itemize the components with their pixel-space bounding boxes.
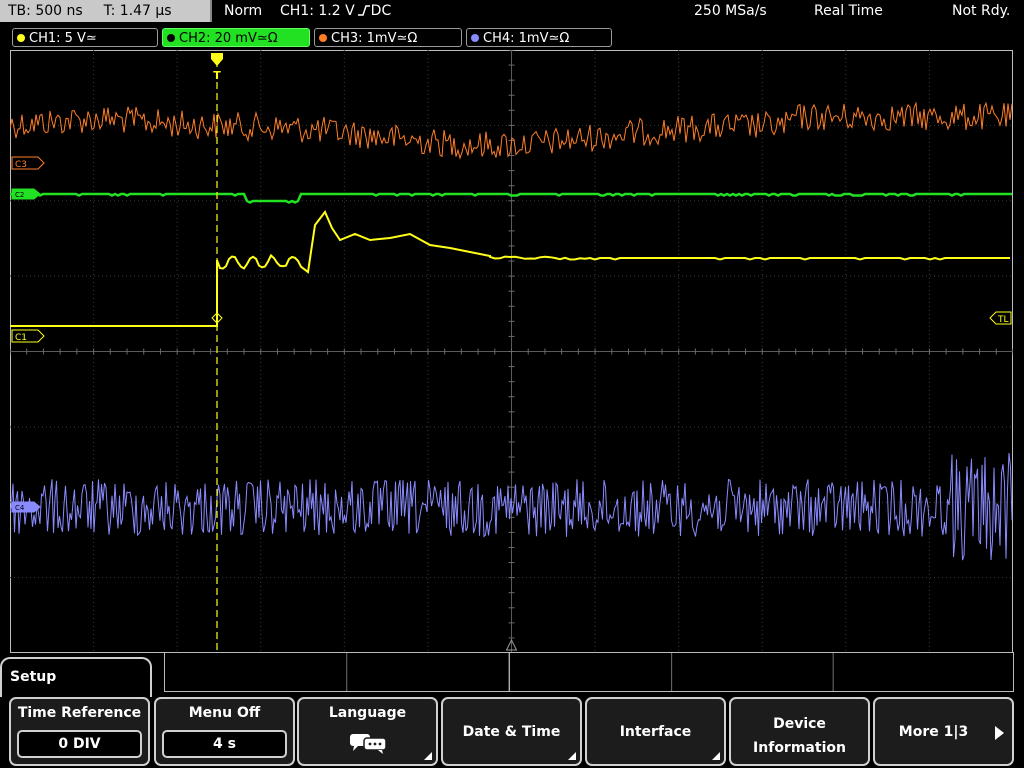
trigger-point-label: T <box>213 69 221 82</box>
ch2-offset-marker[interactable]: C2 <box>11 188 41 200</box>
ch3-offset-marker[interactable]: C3 <box>11 156 45 170</box>
speech-bubbles-icon <box>349 734 387 754</box>
ch3-label: CH3: 1mV≃Ω <box>331 31 418 46</box>
channel-tab-ch3[interactable]: CH3: 1mV≃Ω <box>314 28 462 47</box>
date-time-label: Date & Time <box>462 724 561 740</box>
waveform-display[interactable]: T C3 C2 C1 C4 TL <box>10 50 1013 653</box>
rising-edge-icon <box>357 5 370 16</box>
ch1-label: CH1: 5 V≃ <box>29 31 97 46</box>
ch1-color-dot <box>17 34 25 42</box>
interface-label: Interface <box>619 724 692 740</box>
time-reference-label: Time Reference <box>17 705 142 721</box>
acquisition-mode[interactable]: Real Time <box>814 0 883 22</box>
timebase-value: TB: 500 ns <box>8 3 83 19</box>
trigger-coupling: DC <box>370 3 392 19</box>
time-reference-value: 0 DIV <box>17 730 142 758</box>
time-ruler <box>164 652 1014 692</box>
more-button[interactable]: More 1|3 <box>873 697 1014 766</box>
more-label: More 1|3 <box>898 724 969 740</box>
ch2-marker-label: C2 <box>15 191 24 199</box>
ch2-label: CH2: 20 mV≃Ω <box>179 31 278 46</box>
timebase-display[interactable]: TB: 500 ns T: 1.47 μs <box>0 0 212 22</box>
submenu-indicator-icon <box>568 752 576 760</box>
trigger-mode[interactable]: Norm <box>224 0 262 22</box>
menu-title-tab: Setup <box>0 657 152 697</box>
ch3-color-dot <box>319 34 327 42</box>
ready-state: Not Rdy. <box>952 3 1011 19</box>
menu-title: Setup <box>10 669 57 685</box>
trigger-source-label: CH1: 1.2 V <box>280 3 355 19</box>
menu-off-label: Menu Off <box>188 705 261 721</box>
device-information-button[interactable]: Device Information <box>729 697 870 766</box>
ch2-color-dot <box>167 34 175 42</box>
submenu-indicator-icon <box>712 752 720 760</box>
ch4-marker-label: C4 <box>15 504 25 512</box>
language-button[interactable]: Language <box>297 697 438 766</box>
trigger-source[interactable]: CH1: 1.2 V DC <box>280 0 391 22</box>
trigger-level-label: TL <box>997 315 1009 325</box>
channel-tab-ch4[interactable]: CH4: 1mV≃Ω <box>466 28 612 47</box>
channel-tab-ch2[interactable]: CH2: 20 mV≃Ω <box>162 28 310 47</box>
language-label: Language <box>328 705 407 721</box>
status-bar: Norm CH1: 1.2 V DC 250 MSa/s Real Time No… <box>214 0 1024 22</box>
ch4-label: CH4: 1mV≃Ω <box>483 31 570 46</box>
ch1-offset-marker[interactable]: C1 <box>11 329 45 343</box>
ch4-offset-marker[interactable]: C4 <box>11 501 41 513</box>
ch3-marker-label: C3 <box>15 160 27 170</box>
menu-off-value: 4 s <box>162 730 287 758</box>
device-information-label: Device Information <box>753 716 846 756</box>
trigger-time-value: T: 1.47 μs <box>103 3 172 19</box>
menu-off-button[interactable]: Menu Off 4 s <box>154 697 295 766</box>
channel-tab-ch1[interactable]: CH1: 5 V≃ <box>12 28 158 47</box>
ch1-marker-label: C1 <box>15 333 27 343</box>
sample-rate: 250 MSa/s <box>694 3 767 19</box>
next-page-icon <box>995 726 1004 740</box>
ch4-color-dot <box>471 34 479 42</box>
date-time-button[interactable]: Date & Time <box>441 697 582 766</box>
interface-button[interactable]: Interface <box>585 697 726 766</box>
time-reference-button[interactable]: Time Reference 0 DIV <box>9 697 150 766</box>
submenu-indicator-icon <box>424 752 432 760</box>
